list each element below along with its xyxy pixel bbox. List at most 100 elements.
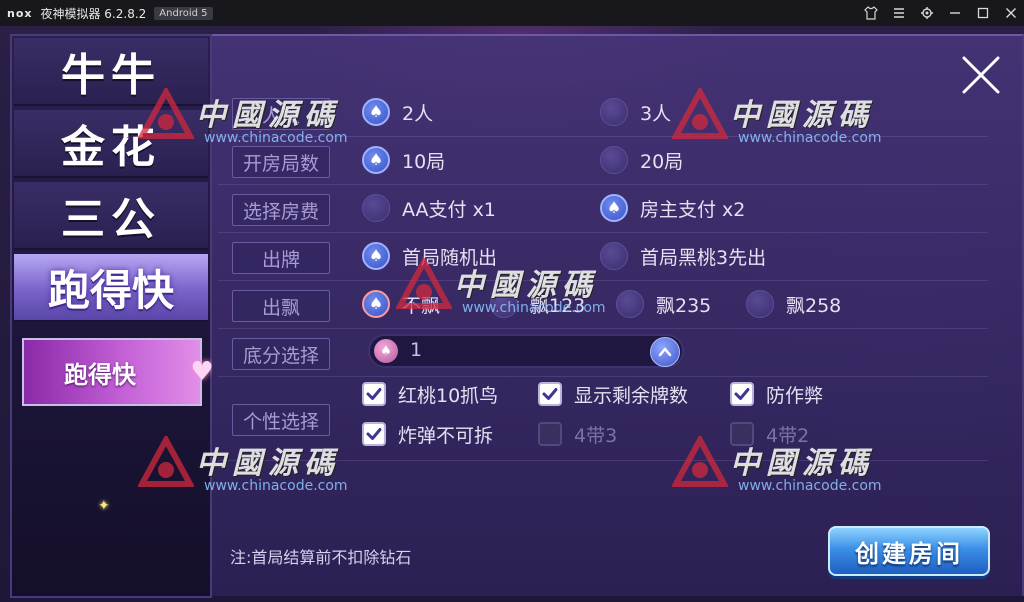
option-label: 房主支付 x2 bbox=[640, 198, 746, 221]
sub-tab-paodekuai[interactable]: 跑得快 ♥ bbox=[22, 338, 214, 406]
option-piao-258[interactable]: 飘258 bbox=[746, 288, 841, 320]
radio-unselected bbox=[362, 194, 390, 222]
titlebar-controls bbox=[856, 0, 1024, 26]
check-hearts10-bird[interactable]: 红桃10抓鸟 bbox=[362, 378, 498, 410]
row-personal-options: 个性选择 红桃10抓鸟 显示剩余牌数 防作弊 炸弹不可拆 4带3 4带2 bbox=[218, 376, 988, 461]
check-label: 4带2 bbox=[766, 424, 810, 447]
emulator-titlebar: nox 夜神模拟器 6.2.8.2 Android 5 bbox=[0, 0, 1024, 26]
option-no-piao[interactable]: ♠ 不飘 bbox=[362, 288, 440, 320]
checkbox-unchecked bbox=[730, 422, 754, 446]
row-label: 个性选择 bbox=[232, 404, 330, 436]
nox-logo: nox bbox=[7, 6, 33, 20]
checkbox-checked bbox=[730, 382, 754, 406]
option-label: 飘258 bbox=[786, 294, 842, 317]
radio-unselected bbox=[600, 98, 628, 126]
option-3-players[interactable]: 3人 bbox=[600, 96, 671, 128]
check-label: 炸弹不可拆 bbox=[398, 424, 494, 447]
checkbox-unchecked bbox=[538, 422, 562, 446]
check-anti-cheat[interactable]: 防作弊 bbox=[730, 378, 823, 410]
spade-icon: ♠ bbox=[368, 246, 384, 265]
radio-selected: ♠ bbox=[362, 242, 390, 270]
option-label: 20局 bbox=[640, 150, 684, 173]
sparkle-icon: ✦ bbox=[98, 498, 110, 514]
radio-unselected bbox=[490, 290, 518, 318]
minimize-icon[interactable] bbox=[942, 0, 968, 26]
radio-selected: ♠ bbox=[600, 194, 628, 222]
option-aa-pay[interactable]: AA支付 x1 bbox=[362, 192, 496, 224]
row-piao: 出飘 ♠ 不飘 飘123 飘235 飘258 bbox=[218, 280, 988, 329]
option-owner-pay[interactable]: ♠ 房主支付 x2 bbox=[600, 192, 745, 224]
row-base-score: 底分选择 ♠ 1 bbox=[218, 328, 988, 377]
shirt-icon[interactable] bbox=[858, 0, 884, 26]
create-room-button[interactable]: 创建房间 bbox=[828, 526, 990, 576]
row-label: 选择房费 bbox=[232, 194, 330, 226]
option-random-first[interactable]: ♠ 首局随机出 bbox=[362, 240, 497, 272]
spade-icon: ♠ bbox=[368, 150, 384, 169]
check-label: 防作弊 bbox=[766, 384, 824, 407]
close-icon[interactable] bbox=[998, 0, 1024, 26]
row-label: 底分选择 bbox=[232, 338, 330, 370]
tab-jinhua[interactable]: 金花 bbox=[14, 110, 208, 178]
radio-unselected bbox=[746, 290, 774, 318]
option-label: 首局随机出 bbox=[402, 246, 498, 269]
spade-icon: ♠ bbox=[374, 339, 398, 363]
tab-paodekuai[interactable]: 跑得快 bbox=[14, 254, 208, 322]
option-label: AA支付 x1 bbox=[402, 198, 496, 221]
menu-icon[interactable] bbox=[886, 0, 912, 26]
check-label: 4带3 bbox=[574, 424, 618, 447]
option-label: 2人 bbox=[402, 102, 434, 125]
option-label: 10局 bbox=[402, 150, 446, 173]
radio-unselected bbox=[616, 290, 644, 318]
check-four-with-two[interactable]: 4带2 bbox=[730, 418, 809, 450]
base-score-select[interactable]: ♠ 1 bbox=[368, 334, 684, 368]
game-screen: 牛牛 金花 三公 跑得快 跑得快 ♥ ✦ 人数 ♠ 2人 3人 开房局数 ♠ 1… bbox=[0, 26, 1024, 602]
option-piao-123[interactable]: 飘123 bbox=[490, 288, 585, 320]
tab-sangong[interactable]: 三公 bbox=[14, 182, 208, 250]
option-piao-235[interactable]: 飘235 bbox=[616, 288, 711, 320]
row-label: 出牌 bbox=[232, 242, 330, 274]
radio-selected: ♠ bbox=[362, 146, 390, 174]
row-room-fee: 选择房费 AA支付 x1 ♠ 房主支付 x2 bbox=[218, 184, 988, 233]
row-label: 人数 bbox=[232, 98, 330, 130]
radio-selected: ♠ bbox=[362, 290, 390, 318]
spade-icon: ♠ bbox=[368, 102, 384, 121]
option-2-players[interactable]: ♠ 2人 bbox=[362, 96, 433, 128]
option-label: 飘123 bbox=[530, 294, 586, 317]
option-10-rounds[interactable]: ♠ 10局 bbox=[362, 144, 445, 176]
radio-unselected bbox=[600, 146, 628, 174]
option-20-rounds[interactable]: 20局 bbox=[600, 144, 683, 176]
create-room-panel: 人数 ♠ 2人 3人 开房局数 ♠ 10局 20局 选择房费 AA支付 x1 ♠… bbox=[212, 34, 1024, 596]
row-first-play: 出牌 ♠ 首局随机出 首局黑桃3先出 bbox=[218, 232, 988, 281]
checkbox-checked bbox=[538, 382, 562, 406]
row-players: 人数 ♠ 2人 3人 bbox=[218, 88, 988, 137]
radio-unselected bbox=[600, 242, 628, 270]
check-show-remaining[interactable]: 显示剩余牌数 bbox=[538, 378, 688, 410]
app-title: 夜神模拟器 6.2.8.2 bbox=[40, 6, 147, 21]
gear-icon[interactable] bbox=[914, 0, 940, 26]
android-version-badge: Android 5 bbox=[154, 6, 213, 20]
option-label: 飘235 bbox=[656, 294, 712, 317]
option-label: 3人 bbox=[640, 102, 672, 125]
check-bomb-unsplittable[interactable]: 炸弹不可拆 bbox=[362, 418, 493, 450]
option-spade3-first[interactable]: 首局黑桃3先出 bbox=[600, 240, 766, 272]
row-rounds: 开房局数 ♠ 10局 20局 bbox=[218, 136, 988, 185]
radio-selected: ♠ bbox=[362, 98, 390, 126]
row-label: 开房局数 bbox=[232, 146, 330, 178]
diamond-note: 注:首局结算前不扣除钻石 bbox=[230, 548, 412, 567]
spade-icon: ♠ bbox=[606, 198, 622, 217]
checkbox-checked bbox=[362, 382, 386, 406]
option-label: 不飘 bbox=[402, 294, 441, 317]
base-score-value: 1 bbox=[410, 339, 423, 361]
check-four-with-three[interactable]: 4带3 bbox=[538, 418, 617, 450]
check-label: 显示剩余牌数 bbox=[574, 384, 689, 407]
option-label: 首局黑桃3先出 bbox=[640, 246, 767, 269]
maximize-icon[interactable] bbox=[970, 0, 996, 26]
row-label: 出飘 bbox=[232, 290, 330, 322]
chevron-up-icon[interactable] bbox=[650, 337, 680, 367]
spade-icon: ♠ bbox=[368, 294, 384, 313]
game-type-sidebar: 牛牛 金花 三公 跑得快 跑得快 ♥ ✦ bbox=[10, 34, 214, 598]
check-label: 红桃10抓鸟 bbox=[398, 384, 499, 407]
checkbox-checked bbox=[362, 422, 386, 446]
tab-niuniu[interactable]: 牛牛 bbox=[14, 38, 208, 106]
sub-tab-label: 跑得快 bbox=[64, 360, 136, 389]
